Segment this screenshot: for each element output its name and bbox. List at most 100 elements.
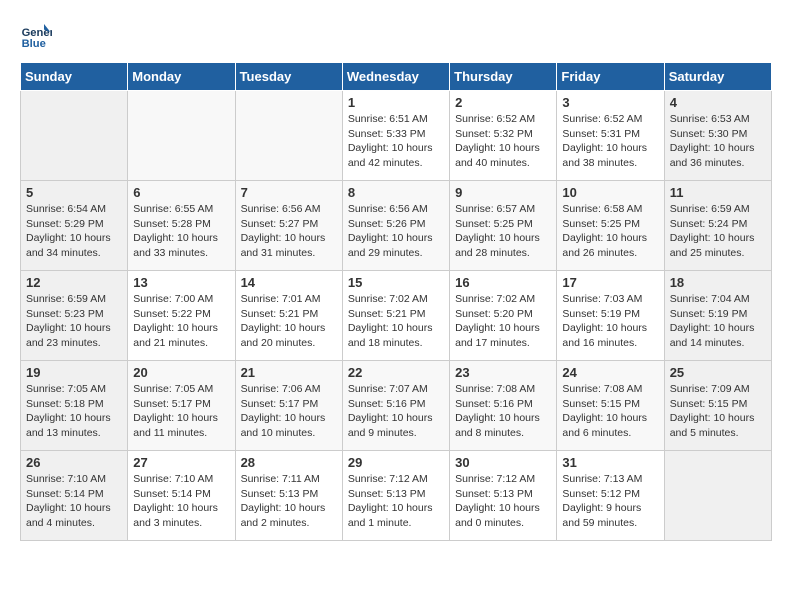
- weekday-header-wednesday: Wednesday: [342, 63, 449, 91]
- day-number: 27: [133, 455, 229, 470]
- calendar-week-2: 5 Sunrise: 6:54 AM Sunset: 5:29 PM Daylig…: [21, 181, 772, 271]
- day-info: Sunrise: 7:12 AM Sunset: 5:13 PM Dayligh…: [455, 472, 551, 531]
- calendar-cell: 22 Sunrise: 7:07 AM Sunset: 5:16 PM Dayli…: [342, 361, 449, 451]
- page-header: General Blue: [20, 20, 772, 52]
- weekday-header-friday: Friday: [557, 63, 664, 91]
- day-number: 23: [455, 365, 551, 380]
- day-info: Sunrise: 7:02 AM Sunset: 5:20 PM Dayligh…: [455, 292, 551, 351]
- day-info: Sunrise: 6:51 AM Sunset: 5:33 PM Dayligh…: [348, 112, 444, 171]
- day-info: Sunrise: 7:05 AM Sunset: 5:17 PM Dayligh…: [133, 382, 229, 441]
- calendar-cell: 7 Sunrise: 6:56 AM Sunset: 5:27 PM Daylig…: [235, 181, 342, 271]
- day-number: 24: [562, 365, 658, 380]
- day-number: 28: [241, 455, 337, 470]
- weekday-header-monday: Monday: [128, 63, 235, 91]
- calendar-cell: 23Sunrise: 7:08 AM Sunset: 5:16 PM Dayli…: [450, 361, 557, 451]
- weekday-header-sunday: Sunday: [21, 63, 128, 91]
- calendar-cell: 12 Sunrise: 6:59 AM Sunset: 5:23 PM Dayli…: [21, 271, 128, 361]
- day-info: Sunrise: 7:01 AM Sunset: 5:21 PM Dayligh…: [241, 292, 337, 351]
- calendar-cell: 31 Sunrise: 7:13 AM Sunset: 5:12 PM Dayli…: [557, 451, 664, 541]
- calendar-cell: 10 Sunrise: 6:58 AM Sunset: 5:25 PM Dayli…: [557, 181, 664, 271]
- calendar-week-4: 19 Sunrise: 7:05 AM Sunset: 5:18 PM Dayli…: [21, 361, 772, 451]
- day-info: Sunrise: 7:04 AM Sunset: 5:19 PM Dayligh…: [670, 292, 766, 351]
- calendar-table: SundayMondayTuesdayWednesdayThursdayFrid…: [20, 62, 772, 541]
- day-info: Sunrise: 6:56 AM Sunset: 5:26 PM Dayligh…: [348, 202, 444, 261]
- day-number: 31: [562, 455, 658, 470]
- day-info: Sunrise: 7:12 AM Sunset: 5:13 PM Dayligh…: [348, 472, 444, 531]
- day-number: 25: [670, 365, 766, 380]
- logo-icon: General Blue: [20, 20, 52, 52]
- calendar-cell: 24Sunrise: 7:08 AM Sunset: 5:15 PM Dayli…: [557, 361, 664, 451]
- day-number: 22: [348, 365, 444, 380]
- day-number: 15: [348, 275, 444, 290]
- calendar-cell: 5 Sunrise: 6:54 AM Sunset: 5:29 PM Daylig…: [21, 181, 128, 271]
- calendar-week-3: 12 Sunrise: 6:59 AM Sunset: 5:23 PM Dayli…: [21, 271, 772, 361]
- day-number: 3: [562, 95, 658, 110]
- day-number: 8: [348, 185, 444, 200]
- day-info: Sunrise: 6:59 AM Sunset: 5:24 PM Dayligh…: [670, 202, 766, 261]
- day-info: Sunrise: 7:06 AM Sunset: 5:17 PM Dayligh…: [241, 382, 337, 441]
- calendar-cell: 30 Sunrise: 7:12 AM Sunset: 5:13 PM Dayli…: [450, 451, 557, 541]
- day-info: Sunrise: 7:02 AM Sunset: 5:21 PM Dayligh…: [348, 292, 444, 351]
- day-number: 26: [26, 455, 122, 470]
- calendar-week-5: 26Sunrise: 7:10 AM Sunset: 5:14 PM Dayli…: [21, 451, 772, 541]
- calendar-cell: 19 Sunrise: 7:05 AM Sunset: 5:18 PM Dayli…: [21, 361, 128, 451]
- svg-text:Blue: Blue: [22, 38, 46, 50]
- calendar-cell: 4 Sunrise: 6:53 AM Sunset: 5:30 PM Daylig…: [664, 91, 771, 181]
- day-info: Sunrise: 6:52 AM Sunset: 5:31 PM Dayligh…: [562, 112, 658, 171]
- day-info: Sunrise: 7:03 AM Sunset: 5:19 PM Dayligh…: [562, 292, 658, 351]
- day-number: 5: [26, 185, 122, 200]
- day-info: Sunrise: 7:05 AM Sunset: 5:18 PM Dayligh…: [26, 382, 122, 441]
- calendar-cell: 28Sunrise: 7:11 AM Sunset: 5:13 PM Dayli…: [235, 451, 342, 541]
- day-info: Sunrise: 7:00 AM Sunset: 5:22 PM Dayligh…: [133, 292, 229, 351]
- calendar-week-1: 1 Sunrise: 6:51 AM Sunset: 5:33 PM Daylig…: [21, 91, 772, 181]
- calendar-cell: 15 Sunrise: 7:02 AM Sunset: 5:21 PM Dayli…: [342, 271, 449, 361]
- day-info: Sunrise: 6:53 AM Sunset: 5:30 PM Dayligh…: [670, 112, 766, 171]
- day-number: 30: [455, 455, 551, 470]
- calendar-cell: [235, 91, 342, 181]
- day-number: 6: [133, 185, 229, 200]
- day-number: 2: [455, 95, 551, 110]
- calendar-cell: 18Sunrise: 7:04 AM Sunset: 5:19 PM Dayli…: [664, 271, 771, 361]
- day-info: Sunrise: 6:58 AM Sunset: 5:25 PM Dayligh…: [562, 202, 658, 261]
- weekday-header-tuesday: Tuesday: [235, 63, 342, 91]
- day-info: Sunrise: 7:13 AM Sunset: 5:12 PM Dayligh…: [562, 472, 658, 531]
- weekday-header-row: SundayMondayTuesdayWednesdayThursdayFrid…: [21, 63, 772, 91]
- calendar-cell: 17 Sunrise: 7:03 AM Sunset: 5:19 PM Dayli…: [557, 271, 664, 361]
- day-number: 4: [670, 95, 766, 110]
- day-number: 13: [133, 275, 229, 290]
- day-number: 21: [241, 365, 337, 380]
- calendar-cell: 11 Sunrise: 6:59 AM Sunset: 5:24 PM Dayli…: [664, 181, 771, 271]
- calendar-cell: 29 Sunrise: 7:12 AM Sunset: 5:13 PM Dayli…: [342, 451, 449, 541]
- calendar-cell: 27Sunrise: 7:10 AM Sunset: 5:14 PM Dayli…: [128, 451, 235, 541]
- calendar-cell: 25 Sunrise: 7:09 AM Sunset: 5:15 PM Dayli…: [664, 361, 771, 451]
- day-info: Sunrise: 7:09 AM Sunset: 5:15 PM Dayligh…: [670, 382, 766, 441]
- day-number: 1: [348, 95, 444, 110]
- day-number: 14: [241, 275, 337, 290]
- day-info: Sunrise: 6:52 AM Sunset: 5:32 PM Dayligh…: [455, 112, 551, 171]
- calendar-cell: 3 Sunrise: 6:52 AM Sunset: 5:31 PM Daylig…: [557, 91, 664, 181]
- logo: General Blue: [20, 20, 52, 52]
- day-number: 12: [26, 275, 122, 290]
- day-number: 7: [241, 185, 337, 200]
- calendar-cell: [21, 91, 128, 181]
- day-info: Sunrise: 6:54 AM Sunset: 5:29 PM Dayligh…: [26, 202, 122, 261]
- day-number: 29: [348, 455, 444, 470]
- day-info: Sunrise: 6:55 AM Sunset: 5:28 PM Dayligh…: [133, 202, 229, 261]
- day-info: Sunrise: 6:56 AM Sunset: 5:27 PM Dayligh…: [241, 202, 337, 261]
- day-info: Sunrise: 6:59 AM Sunset: 5:23 PM Dayligh…: [26, 292, 122, 351]
- day-number: 17: [562, 275, 658, 290]
- calendar-cell: 26Sunrise: 7:10 AM Sunset: 5:14 PM Dayli…: [21, 451, 128, 541]
- calendar-cell: 14 Sunrise: 7:01 AM Sunset: 5:21 PM Dayli…: [235, 271, 342, 361]
- calendar-cell: [128, 91, 235, 181]
- day-number: 11: [670, 185, 766, 200]
- day-number: 10: [562, 185, 658, 200]
- calendar-cell: 13 Sunrise: 7:00 AM Sunset: 5:22 PM Dayli…: [128, 271, 235, 361]
- day-info: Sunrise: 7:07 AM Sunset: 5:16 PM Dayligh…: [348, 382, 444, 441]
- calendar-cell: 6 Sunrise: 6:55 AM Sunset: 5:28 PM Daylig…: [128, 181, 235, 271]
- calendar-cell: 8 Sunrise: 6:56 AM Sunset: 5:26 PM Daylig…: [342, 181, 449, 271]
- calendar-cell: 16Sunrise: 7:02 AM Sunset: 5:20 PM Dayli…: [450, 271, 557, 361]
- calendar-cell: 9Sunrise: 6:57 AM Sunset: 5:25 PM Daylig…: [450, 181, 557, 271]
- day-number: 19: [26, 365, 122, 380]
- calendar-cell: 20Sunrise: 7:05 AM Sunset: 5:17 PM Dayli…: [128, 361, 235, 451]
- day-info: Sunrise: 6:57 AM Sunset: 5:25 PM Dayligh…: [455, 202, 551, 261]
